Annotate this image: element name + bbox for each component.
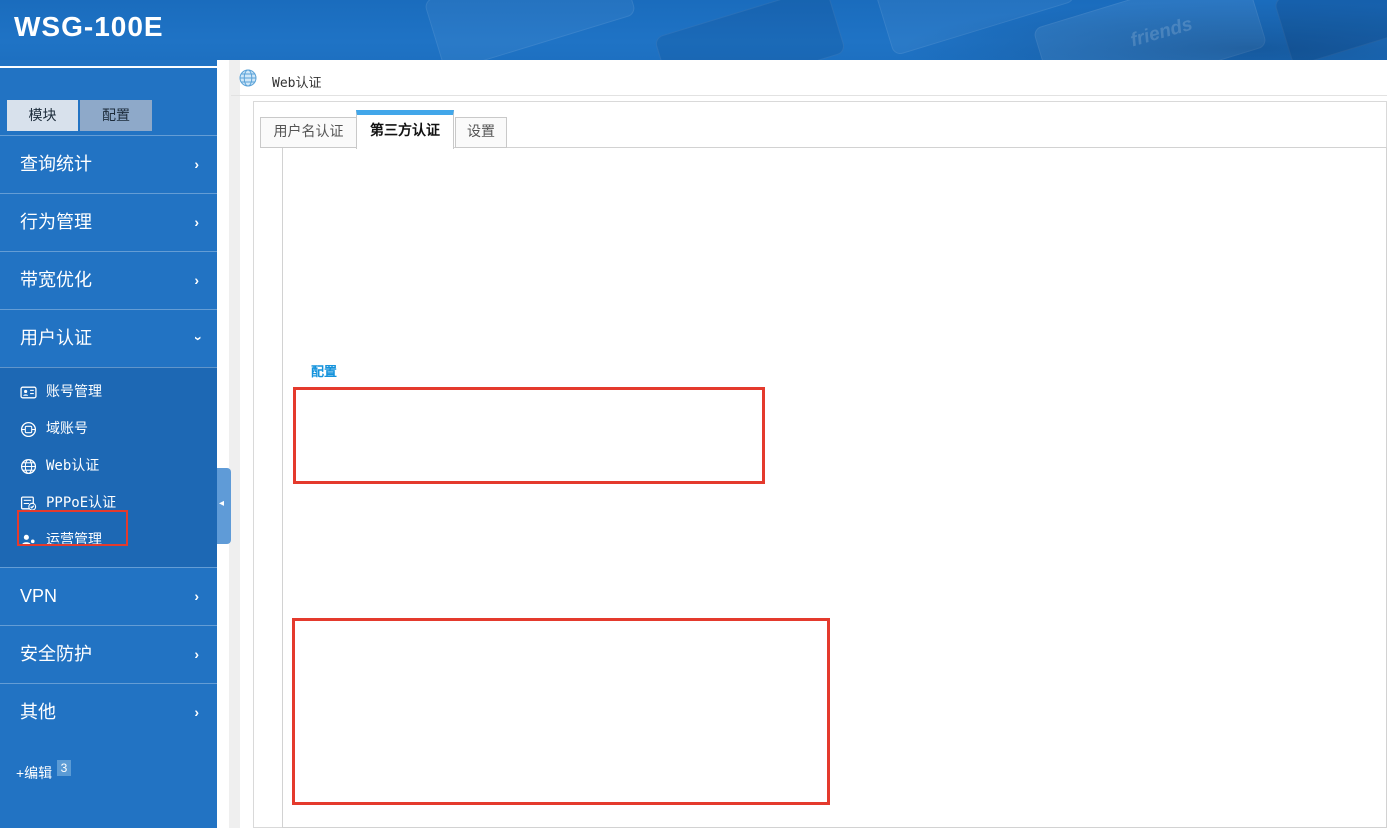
web-globe-icon: [20, 458, 37, 475]
sidebar-item-label: VPN: [20, 586, 58, 606]
edit-count-badge: 3: [57, 760, 71, 776]
sidebar-item-user-auth[interactable]: 用户认证: [0, 309, 217, 367]
tab-settings[interactable]: 设置: [455, 117, 507, 148]
sidebar-tab-modules[interactable]: 模块: [7, 100, 78, 131]
sidebar-item-label: 查询统计: [20, 154, 92, 174]
sidebar-item-other[interactable]: 其他: [0, 683, 217, 741]
sidebar-divider: [0, 66, 217, 68]
wsg-admin-screen: friends WSG-100E 模块 配置 查询统计 行为管理 带宽优化 用户…: [0, 0, 1387, 828]
globe-icon: [20, 421, 37, 438]
chevron-down-icon: [170, 336, 227, 341]
globe-icon: [239, 69, 257, 87]
sidebar-menu: 查询统计 行为管理 带宽优化 用户认证 账号管理: [0, 135, 217, 741]
sidebar-item-label: 用户认证: [20, 328, 92, 348]
keyboard-decoration: [653, 0, 847, 60]
sidebar-item-security[interactable]: 安全防护: [0, 625, 217, 683]
sidebar-item-query-stats[interactable]: 查询统计: [0, 135, 217, 193]
submenu-item-label: 账号管理: [46, 384, 102, 400]
sidebar-item-behavior[interactable]: 行为管理: [0, 193, 217, 251]
sidebar-item-label: 带宽优化: [20, 270, 92, 290]
submenu-item-account-mgmt[interactable]: 账号管理: [0, 374, 217, 411]
chevron-right-icon: [194, 136, 199, 193]
top-banner: friends: [0, 0, 1387, 60]
breadcrumb: Web认证: [272, 76, 322, 91]
edit-link[interactable]: +编辑: [16, 763, 52, 783]
tab-username-auth[interactable]: 用户名认证: [260, 117, 357, 148]
chevron-right-icon: [194, 252, 199, 309]
sidebar-item-bandwidth[interactable]: 带宽优化: [0, 251, 217, 309]
sidebar-collapse-handle[interactable]: [217, 468, 231, 544]
header-divider: [231, 95, 1387, 96]
sidebar-tab-config[interactable]: 配置: [80, 100, 152, 131]
sidebar: 模块 配置 查询统计 行为管理 带宽优化 用户认证 账号: [0, 60, 217, 828]
sidebar-scroll-gutter: [229, 60, 240, 828]
chevron-right-icon: [194, 194, 199, 251]
id-card-icon: [20, 386, 37, 399]
sidebar-item-label: 其他: [20, 702, 56, 722]
tab-third-party-auth[interactable]: 第三方认证: [356, 110, 454, 149]
chevron-right-icon: [194, 626, 199, 683]
chevron-right-icon: [194, 568, 199, 625]
chevron-right-icon: [194, 684, 199, 741]
brand-logo: WSG-100E: [14, 11, 164, 42]
config-legend: 配置: [307, 361, 342, 380]
submenu-item-label: 域账号: [46, 421, 88, 437]
submenu-item-domain-account[interactable]: 域账号: [0, 411, 217, 448]
annotation-box-mas-settings: [292, 618, 830, 805]
submenu-item-web-auth[interactable]: Web认证: [0, 448, 217, 485]
keyboard-decoration: [423, 0, 637, 60]
annotation-box-sms-settings: [293, 387, 765, 484]
annotation-box-web-auth: [17, 510, 128, 546]
sidebar-item-vpn[interactable]: VPN: [0, 567, 217, 625]
sidebar-item-label: 安全防护: [20, 644, 92, 664]
sidebar-item-label: 行为管理: [20, 212, 92, 232]
submenu-item-label: Web认证: [46, 458, 100, 474]
